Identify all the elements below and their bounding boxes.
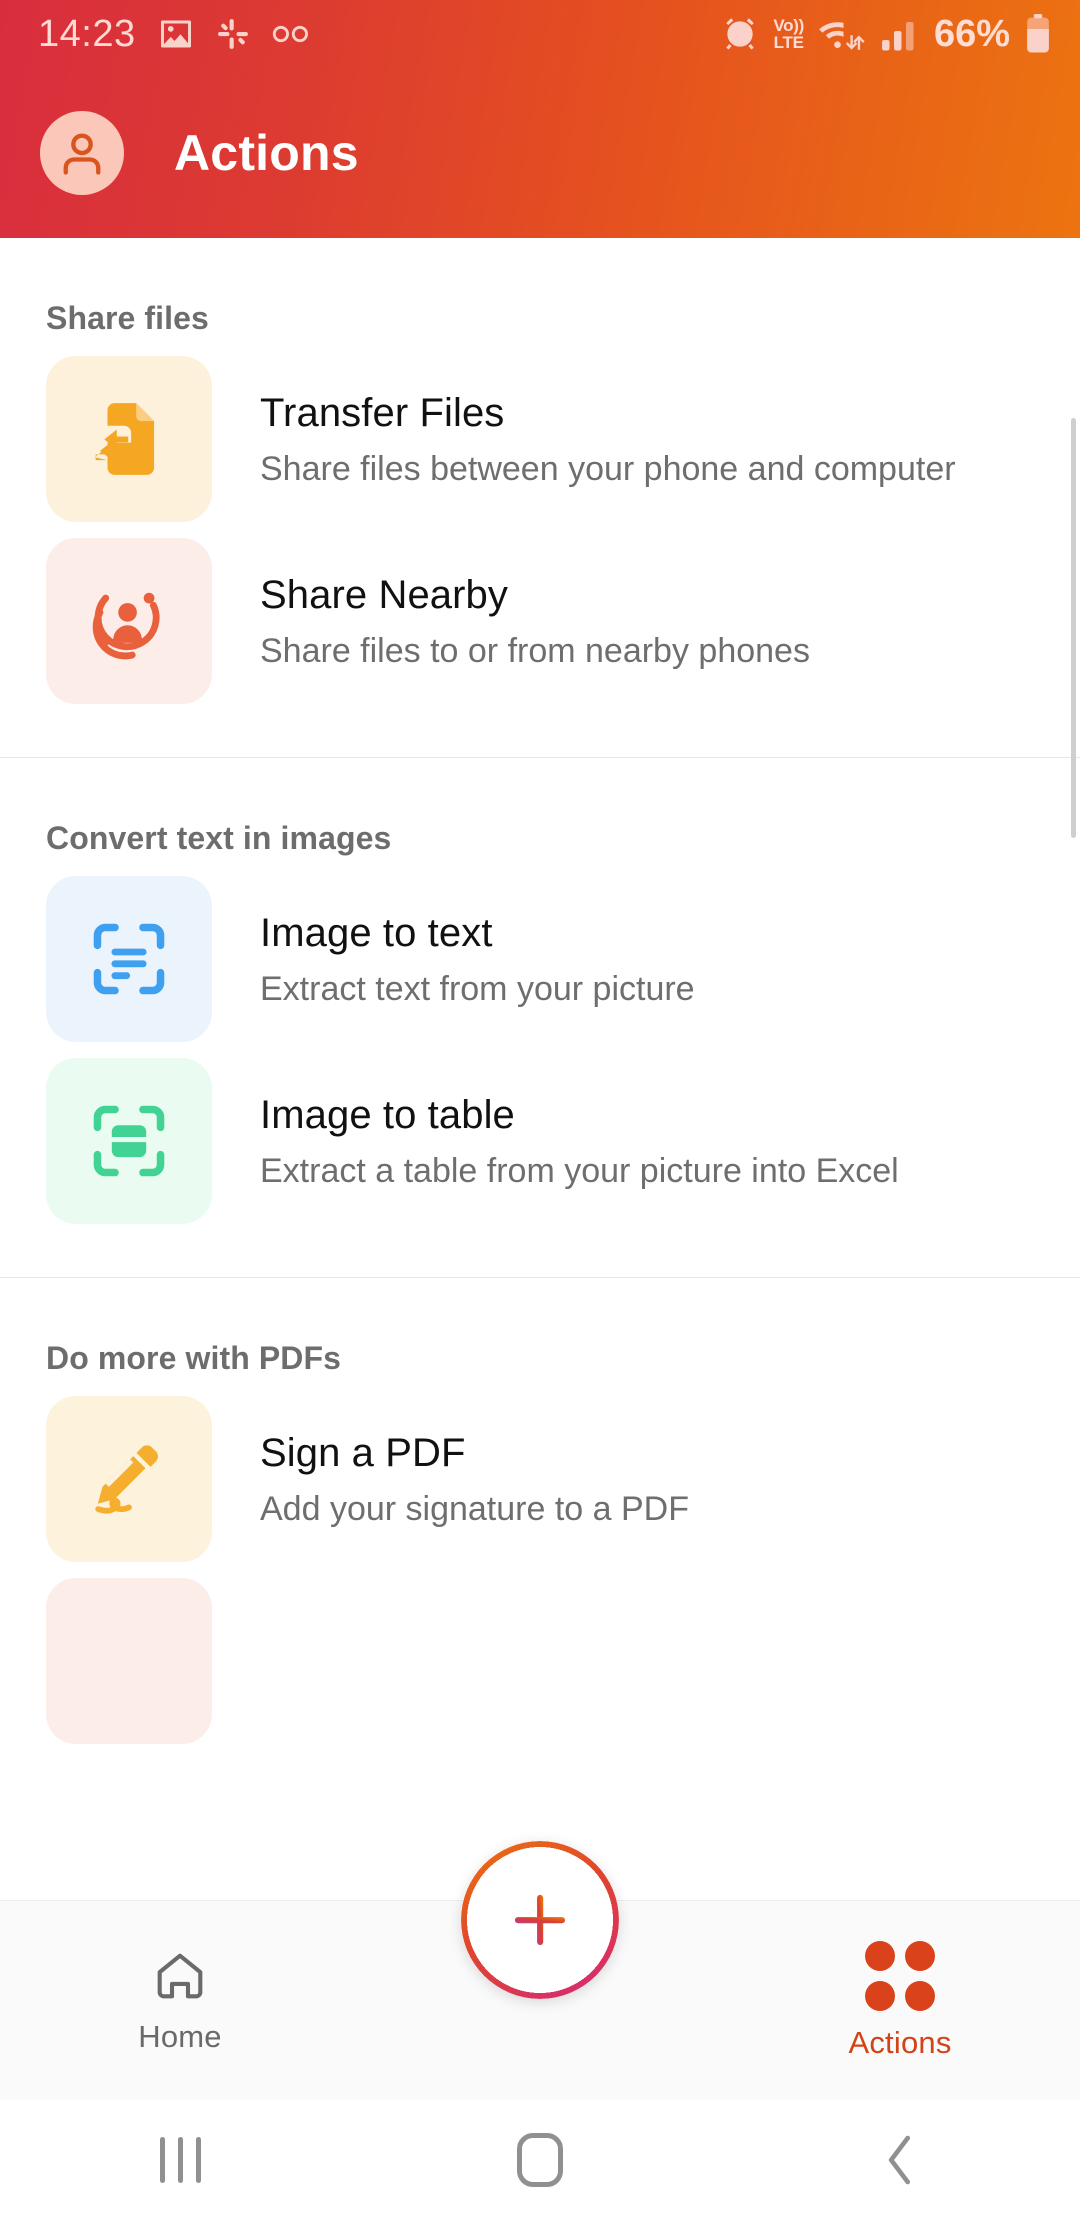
nav-back-button[interactable] [720, 2133, 1080, 2187]
volte-line1: Vo)) [773, 16, 804, 35]
image-to-text-text: Image to text Extract text from your pic… [260, 907, 695, 1011]
section-title: Convert text in images [46, 820, 392, 856]
list-item-title: Transfer Files [260, 391, 505, 435]
section-pdf-tools: Do more with PDFs Sign a PDF Add your si… [0, 1278, 1080, 1744]
volte-indicator: Vo)) LTE [773, 17, 804, 51]
voicemail-icon [272, 25, 308, 43]
app-header: 14:23 Vo)) LTE 66% Actions [0, 0, 1080, 238]
volte-line2: LTE [773, 33, 804, 52]
list-item-share-nearby[interactable]: Share Nearby Share files to or from near… [0, 538, 1080, 704]
grid-dot [905, 1941, 935, 1971]
status-bar-right: Vo)) LTE 66% [721, 13, 1052, 56]
scan-table-icon [93, 1105, 165, 1177]
status-bar: 14:23 Vo)) LTE 66% [0, 0, 1080, 68]
plus-icon [514, 1894, 566, 1946]
grid-dot [905, 1981, 935, 2011]
list-item-title: Image to table [260, 1093, 515, 1137]
account-avatar-button[interactable] [40, 111, 124, 195]
image-to-text-tile [46, 876, 212, 1042]
status-bar-left: 14:23 [38, 13, 310, 56]
nav-recents-button[interactable] [0, 2137, 360, 2183]
list-item-subtitle: Share files between your phone and compu… [260, 450, 956, 488]
page-title: Actions [174, 125, 359, 181]
transfer-files-text: Transfer Files Share files between your … [260, 387, 956, 491]
list-item-image-to-table[interactable]: Image to table Extract a table from your… [0, 1058, 1080, 1224]
image-icon [160, 20, 191, 48]
list-item-image-to-text[interactable]: Image to text Extract text from your pic… [0, 876, 1080, 1042]
list-item-title: Sign a PDF [260, 1431, 466, 1475]
share-nearby-text: Share Nearby Share files to or from near… [260, 569, 810, 673]
share-nearby-tile [46, 538, 212, 704]
nearby-share-icon [92, 592, 160, 660]
section-title: Share files [46, 300, 209, 336]
sign-pdf-text: Sign a PDF Add your signature to a PDF [260, 1427, 689, 1531]
signature-pen-icon [95, 1445, 158, 1514]
status-time: 14:23 [38, 12, 136, 55]
scrollbar-thumb[interactable] [1071, 418, 1076, 838]
section-share-files: Share files Transfer Files Share files b… [0, 238, 1080, 758]
partial-next-tile [46, 1578, 212, 1744]
battery-percent: 66% [933, 12, 1010, 55]
list-item-subtitle: Extract a table from your picture into E… [260, 1152, 899, 1190]
recents-icon [159, 2137, 201, 2183]
image-to-table-text: Image to table Extract a table from your… [260, 1089, 899, 1193]
app-bar: Actions [0, 68, 1080, 238]
android-nav-bar [0, 2100, 1080, 2220]
alarm-icon [726, 18, 755, 50]
tab-home-label: Home [138, 2019, 222, 2054]
home-square-icon [517, 2133, 563, 2187]
list-item-title: Share Nearby [260, 573, 508, 617]
tab-home[interactable]: Home [0, 1901, 360, 2101]
grid-dot [865, 1941, 895, 1971]
home-icon [157, 1953, 203, 1999]
wifi-icon [819, 22, 865, 50]
scan-text-icon [93, 923, 165, 995]
signal-bars-icon [881, 22, 914, 51]
back-chevron-icon [888, 2135, 911, 2185]
list-item-sign-a-pdf[interactable]: Sign a PDF Add your signature to a PDF [0, 1396, 1080, 1562]
slack-icon [217, 19, 248, 49]
grid-dots-icon [865, 1941, 935, 2011]
list-item-transfer-files[interactable]: Transfer Files Share files between your … [0, 356, 1080, 522]
account-avatar-icon [63, 133, 101, 175]
section-title: Do more with PDFs [46, 1340, 342, 1376]
app-screen: 14:23 Vo)) LTE 66% Actions Share files T… [0, 0, 1080, 2220]
file-transfer-icon [94, 403, 155, 475]
battery-icon [1027, 14, 1049, 53]
list-item-title: Image to text [260, 911, 493, 955]
list-item-partial-next[interactable] [0, 1578, 1080, 1744]
list-item-subtitle: Share files to or from nearby phones [260, 632, 810, 670]
sign-pdf-tile [46, 1396, 212, 1562]
list-item-subtitle: Add your signature to a PDF [260, 1490, 690, 1528]
tab-actions-label: Actions [848, 2025, 952, 2060]
transfer-files-tile [46, 356, 212, 522]
image-to-table-tile [46, 1058, 212, 1224]
bottom-tab-bar: Home Actions [0, 1841, 1080, 2101]
list-item-subtitle: Extract text from your picture [260, 970, 695, 1008]
tab-actions[interactable]: Actions [720, 1901, 1080, 2101]
section-convert-text: Convert text in images Image to text Ext… [0, 758, 1080, 1278]
add-button[interactable] [461, 1841, 619, 1999]
actions-list[interactable]: Share files Transfer Files Share files b… [0, 238, 1080, 1900]
grid-dot [865, 1981, 895, 2011]
nav-home-button[interactable] [360, 2133, 720, 2187]
